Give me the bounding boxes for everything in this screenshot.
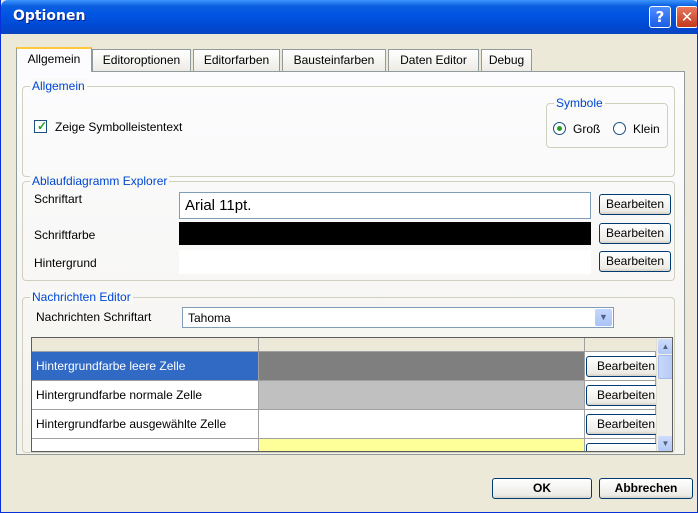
- grid-row-button-cell: Bearbeiten: [585, 381, 666, 410]
- grid-header-divider: [584, 338, 585, 352]
- tab-allgemein[interactable]: Allgemein: [16, 47, 92, 72]
- help-button[interactable]: ?: [649, 6, 671, 28]
- font-color-swatch: [179, 222, 591, 245]
- symbol-size-large-label[interactable]: Groß: [573, 122, 600, 136]
- scroll-down-icon[interactable]: ▼: [658, 436, 672, 451]
- grid-row-swatch[interactable]: [259, 381, 585, 410]
- group-symbole: Symbole Groß Klein: [546, 96, 668, 148]
- radio-selected-icon: [557, 126, 562, 131]
- tab-panel-allgemein: Allgemein ✓ Zeige Symbolleistentext Symb…: [16, 71, 685, 455]
- show-toolbar-text-checkbox[interactable]: ✓: [34, 120, 47, 133]
- group-label-allgemein: Allgemein: [30, 79, 87, 93]
- options-dialog: Optionen ? ✕ Allgemein Editoroptionen Ed…: [0, 0, 698, 513]
- group-label-explorer: Ablaufdiagramm Explorer: [30, 174, 170, 188]
- edit-normal-cell-color-button[interactable]: Bearbeiten: [586, 385, 666, 406]
- cancel-button[interactable]: Abbrechen: [599, 478, 693, 499]
- grid-row-label[interactable]: [32, 439, 259, 451]
- tab-debug[interactable]: Debug: [481, 49, 532, 71]
- message-color-grid: Hintergrundfarbe leere Zelle Bearbeiten …: [31, 337, 673, 452]
- grid-row-label[interactable]: Hintergrundfarbe leere Zelle: [32, 352, 259, 381]
- edit-empty-cell-color-button[interactable]: Bearbeiten: [586, 356, 666, 377]
- font-label: Schriftart: [34, 192, 83, 206]
- tab-editoroptionen[interactable]: Editoroptionen: [92, 49, 191, 71]
- grid-row-swatch[interactable]: [259, 439, 585, 451]
- group-allgemein: Allgemein ✓ Zeige Symbolleistentext Symb…: [22, 79, 675, 177]
- ok-button[interactable]: OK: [492, 478, 592, 499]
- background-swatch: [179, 250, 591, 274]
- edit-background-button[interactable]: Bearbeiten: [599, 251, 671, 272]
- tab-daten-editor[interactable]: Daten Editor: [388, 49, 479, 71]
- grid-row-swatch[interactable]: [259, 410, 585, 439]
- scroll-up-icon[interactable]: ▲: [658, 339, 672, 354]
- grid-row-button-cell: Bearbeiten: [585, 352, 666, 381]
- font-preview-text: Arial 11pt.: [185, 197, 252, 214]
- grid-row-swatch[interactable]: [259, 352, 585, 381]
- grid-header: [32, 338, 656, 352]
- group-label-nachrichten: Nachrichten Editor: [30, 290, 133, 304]
- group-explorer: Ablaufdiagramm Explorer Schriftart Arial…: [22, 174, 675, 281]
- group-nachrichten: Nachrichten Editor Nachrichten Schriftar…: [22, 290, 675, 453]
- group-label-symbole: Symbole: [554, 96, 605, 110]
- close-button[interactable]: ✕: [676, 6, 697, 28]
- message-font-label: Nachrichten Schriftart: [36, 310, 152, 324]
- grid-row-button[interactable]: [586, 443, 666, 451]
- message-font-select[interactable]: Tahoma ▼: [182, 307, 614, 328]
- chevron-down-icon[interactable]: ▼: [595, 309, 612, 326]
- grid-header-divider: [258, 338, 259, 352]
- font-preview-field: Arial 11pt.: [179, 192, 591, 219]
- message-font-value: Tahoma: [188, 311, 231, 325]
- edit-selected-cell-color-button[interactable]: Bearbeiten: [586, 414, 666, 435]
- font-color-label: Schriftfarbe: [34, 228, 96, 242]
- symbol-size-large-radio[interactable]: [553, 122, 566, 135]
- grid-row-button-cell: [585, 439, 666, 451]
- symbol-size-small-radio[interactable]: [613, 122, 626, 135]
- show-toolbar-text-label[interactable]: Zeige Symbolleistentext: [55, 120, 182, 134]
- title-bar[interactable]: Optionen ? ✕: [1, 0, 697, 34]
- edit-font-button[interactable]: Bearbeiten: [599, 194, 671, 215]
- scrollbar-thumb[interactable]: [658, 355, 672, 379]
- grid-row-label[interactable]: Hintergrundfarbe normale Zelle: [32, 381, 259, 410]
- window-title: Optionen: [13, 8, 86, 24]
- grid-row-label[interactable]: Hintergrundfarbe ausgewählte Zelle: [32, 410, 259, 439]
- background-label: Hintergrund: [34, 256, 97, 270]
- grid-vertical-scrollbar[interactable]: ▲ ▼: [656, 338, 672, 451]
- checkmark-icon: ✓: [37, 119, 48, 133]
- symbol-size-small-label[interactable]: Klein: [633, 122, 660, 136]
- edit-font-color-button[interactable]: Bearbeiten: [599, 223, 671, 244]
- tab-editorfarben[interactable]: Editorfarben: [193, 49, 280, 71]
- grid-row-button-cell: Bearbeiten: [585, 410, 666, 439]
- tab-bausteinfarben[interactable]: Bausteinfarben: [282, 49, 386, 71]
